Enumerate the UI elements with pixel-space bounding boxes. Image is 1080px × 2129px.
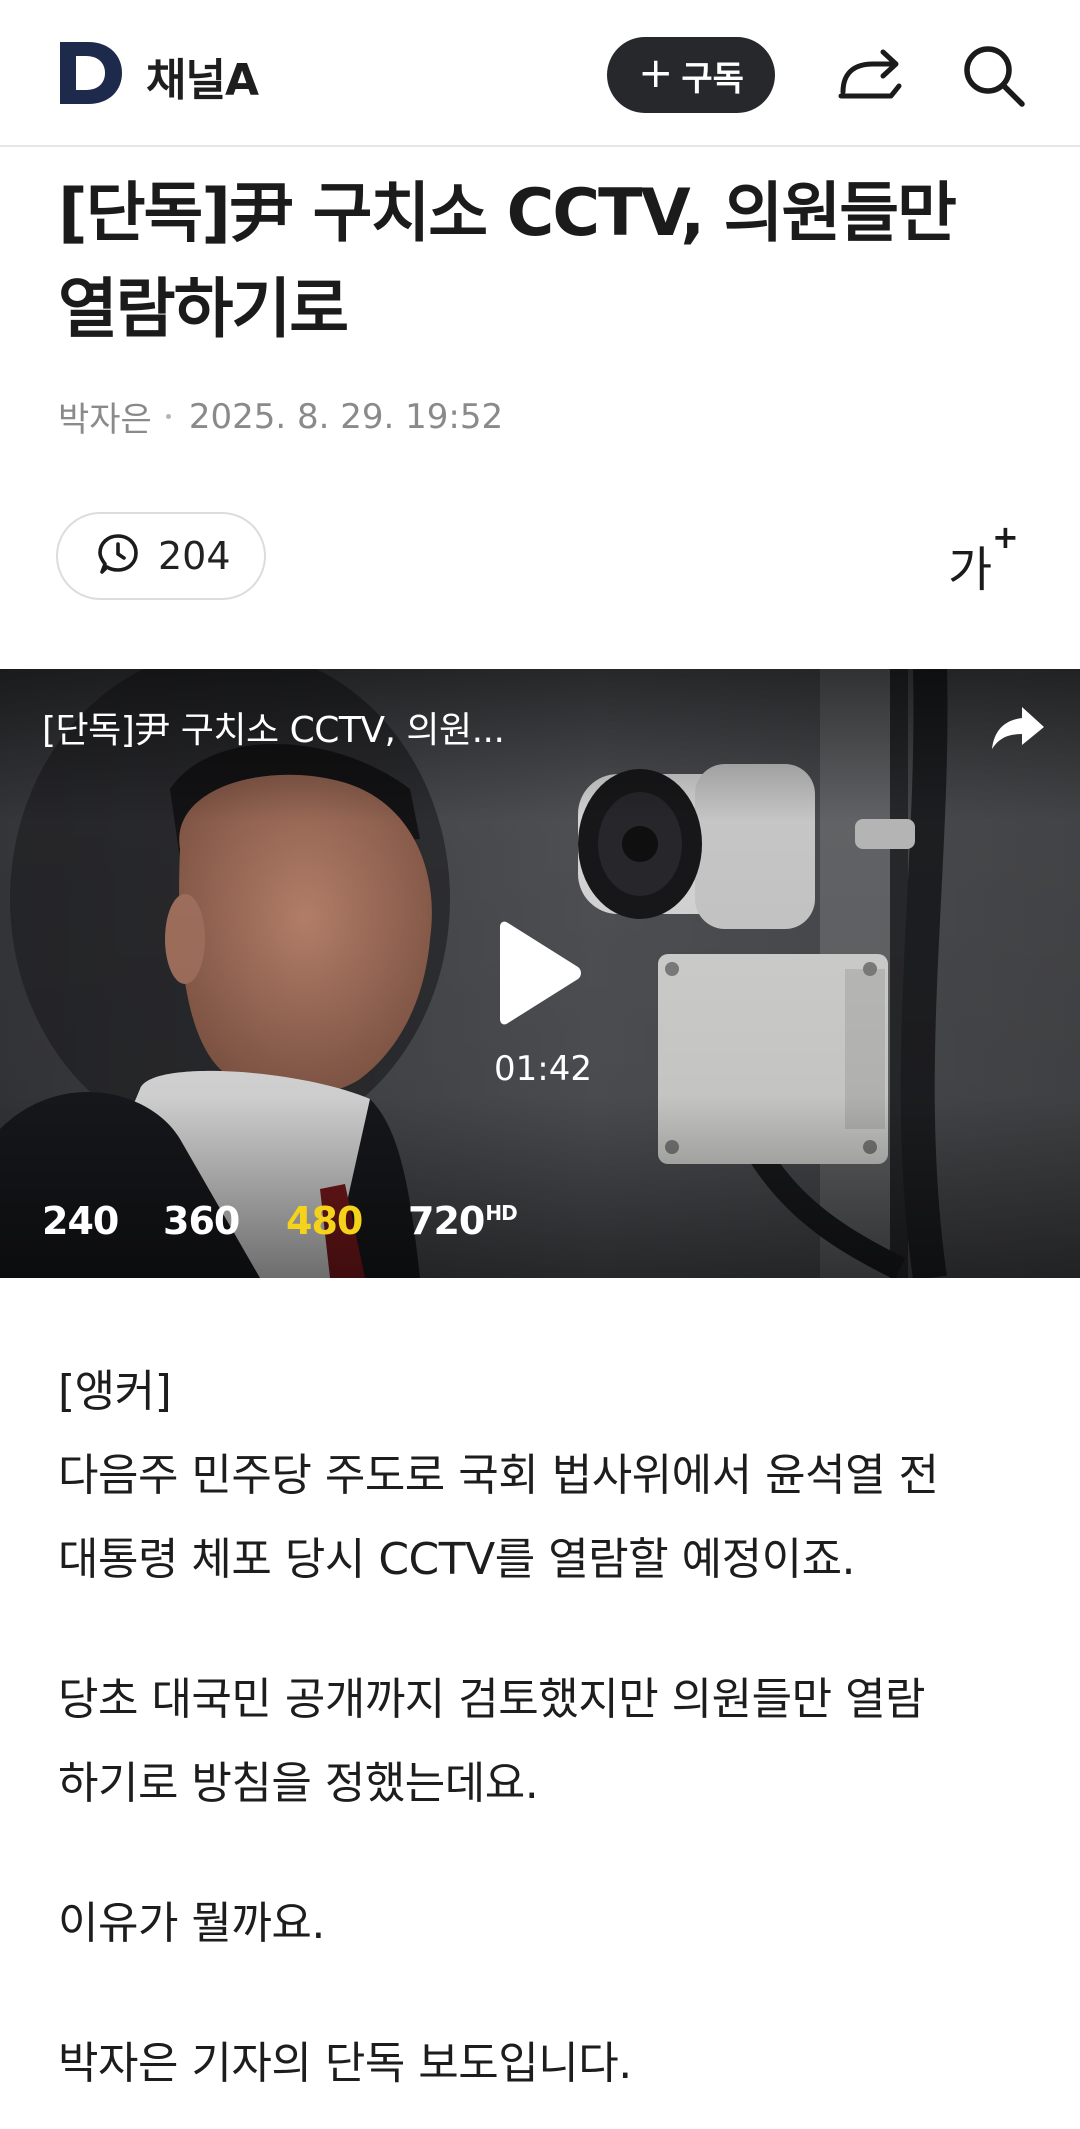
quality-360[interactable]: 360 bbox=[163, 1199, 240, 1243]
subscribe-label: 구독 bbox=[681, 58, 744, 99]
body-line: 이유가 뭘까요. bbox=[58, 1898, 325, 1949]
hd-badge: HD bbox=[485, 1201, 517, 1226]
publish-datetime: 2025. 8. 29. 19:52 bbox=[188, 396, 504, 437]
quality-480[interactable]: 480 bbox=[286, 1199, 363, 1243]
share-icon[interactable] bbox=[833, 40, 905, 112]
body-line: 하기로 방침을 정했는데요. bbox=[58, 1758, 539, 1809]
font-size-button[interactable]: 가 + bbox=[944, 518, 1019, 598]
article-title: [단독]尹 구치소 CCTV, 의원들만 열람하기로 bbox=[58, 176, 957, 347]
body-line: 다음주 민주당 주도로 국회 법사위에서 윤석열 전 bbox=[58, 1450, 939, 1501]
video-title: [단독]尹 구치소 CCTV, 의원... bbox=[42, 710, 505, 751]
share-arrow-icon[interactable] bbox=[990, 699, 1046, 755]
comment-icon bbox=[98, 534, 138, 574]
body-line: 대통령 체포 당시 CCTV를 열람할 예정이죠. bbox=[58, 1534, 856, 1585]
font-size-label: 가 bbox=[948, 542, 993, 598]
article-body: [앵커] 다음주 민주당 주도로 국회 법사위에서 윤석열 전 대통령 체포 당… bbox=[58, 1350, 1038, 2106]
channel-a-logo[interactable] bbox=[58, 40, 124, 106]
font-size-plus: + bbox=[992, 518, 1019, 556]
play-icon[interactable] bbox=[492, 921, 582, 1025]
quality-720[interactable]: 720HD bbox=[408, 1199, 518, 1243]
comment-button[interactable]: 204 bbox=[56, 512, 266, 600]
body-line: [앵커] bbox=[58, 1366, 172, 1417]
subscribe-button[interactable]: + 구독 bbox=[607, 37, 775, 113]
video-duration: 01:42 bbox=[494, 1049, 592, 1089]
search-icon[interactable] bbox=[958, 40, 1028, 110]
video-player[interactable]: [단독]尹 구치소 CCTV, 의원... 01:42 240 360 480 … bbox=[0, 669, 1080, 1278]
separator-dot bbox=[165, 414, 171, 419]
body-line: 당초 대국민 공개까지 검토했지만 의원들만 열람 bbox=[58, 1674, 926, 1725]
quality-240[interactable]: 240 bbox=[42, 1199, 119, 1243]
top-header: 채널A + 구독 bbox=[0, 0, 1080, 147]
quality-720-label: 720 bbox=[408, 1199, 485, 1243]
plus-icon: + bbox=[638, 48, 674, 97]
article-byline: 박자은 2025. 8. 29. 19:52 bbox=[58, 392, 503, 441]
body-line: 박자은 기자의 단독 보도입니다. bbox=[58, 2038, 632, 2089]
channel-name[interactable]: 채널A bbox=[146, 44, 259, 108]
comment-count: 204 bbox=[158, 534, 231, 578]
author-name[interactable]: 박자은 bbox=[58, 392, 152, 441]
